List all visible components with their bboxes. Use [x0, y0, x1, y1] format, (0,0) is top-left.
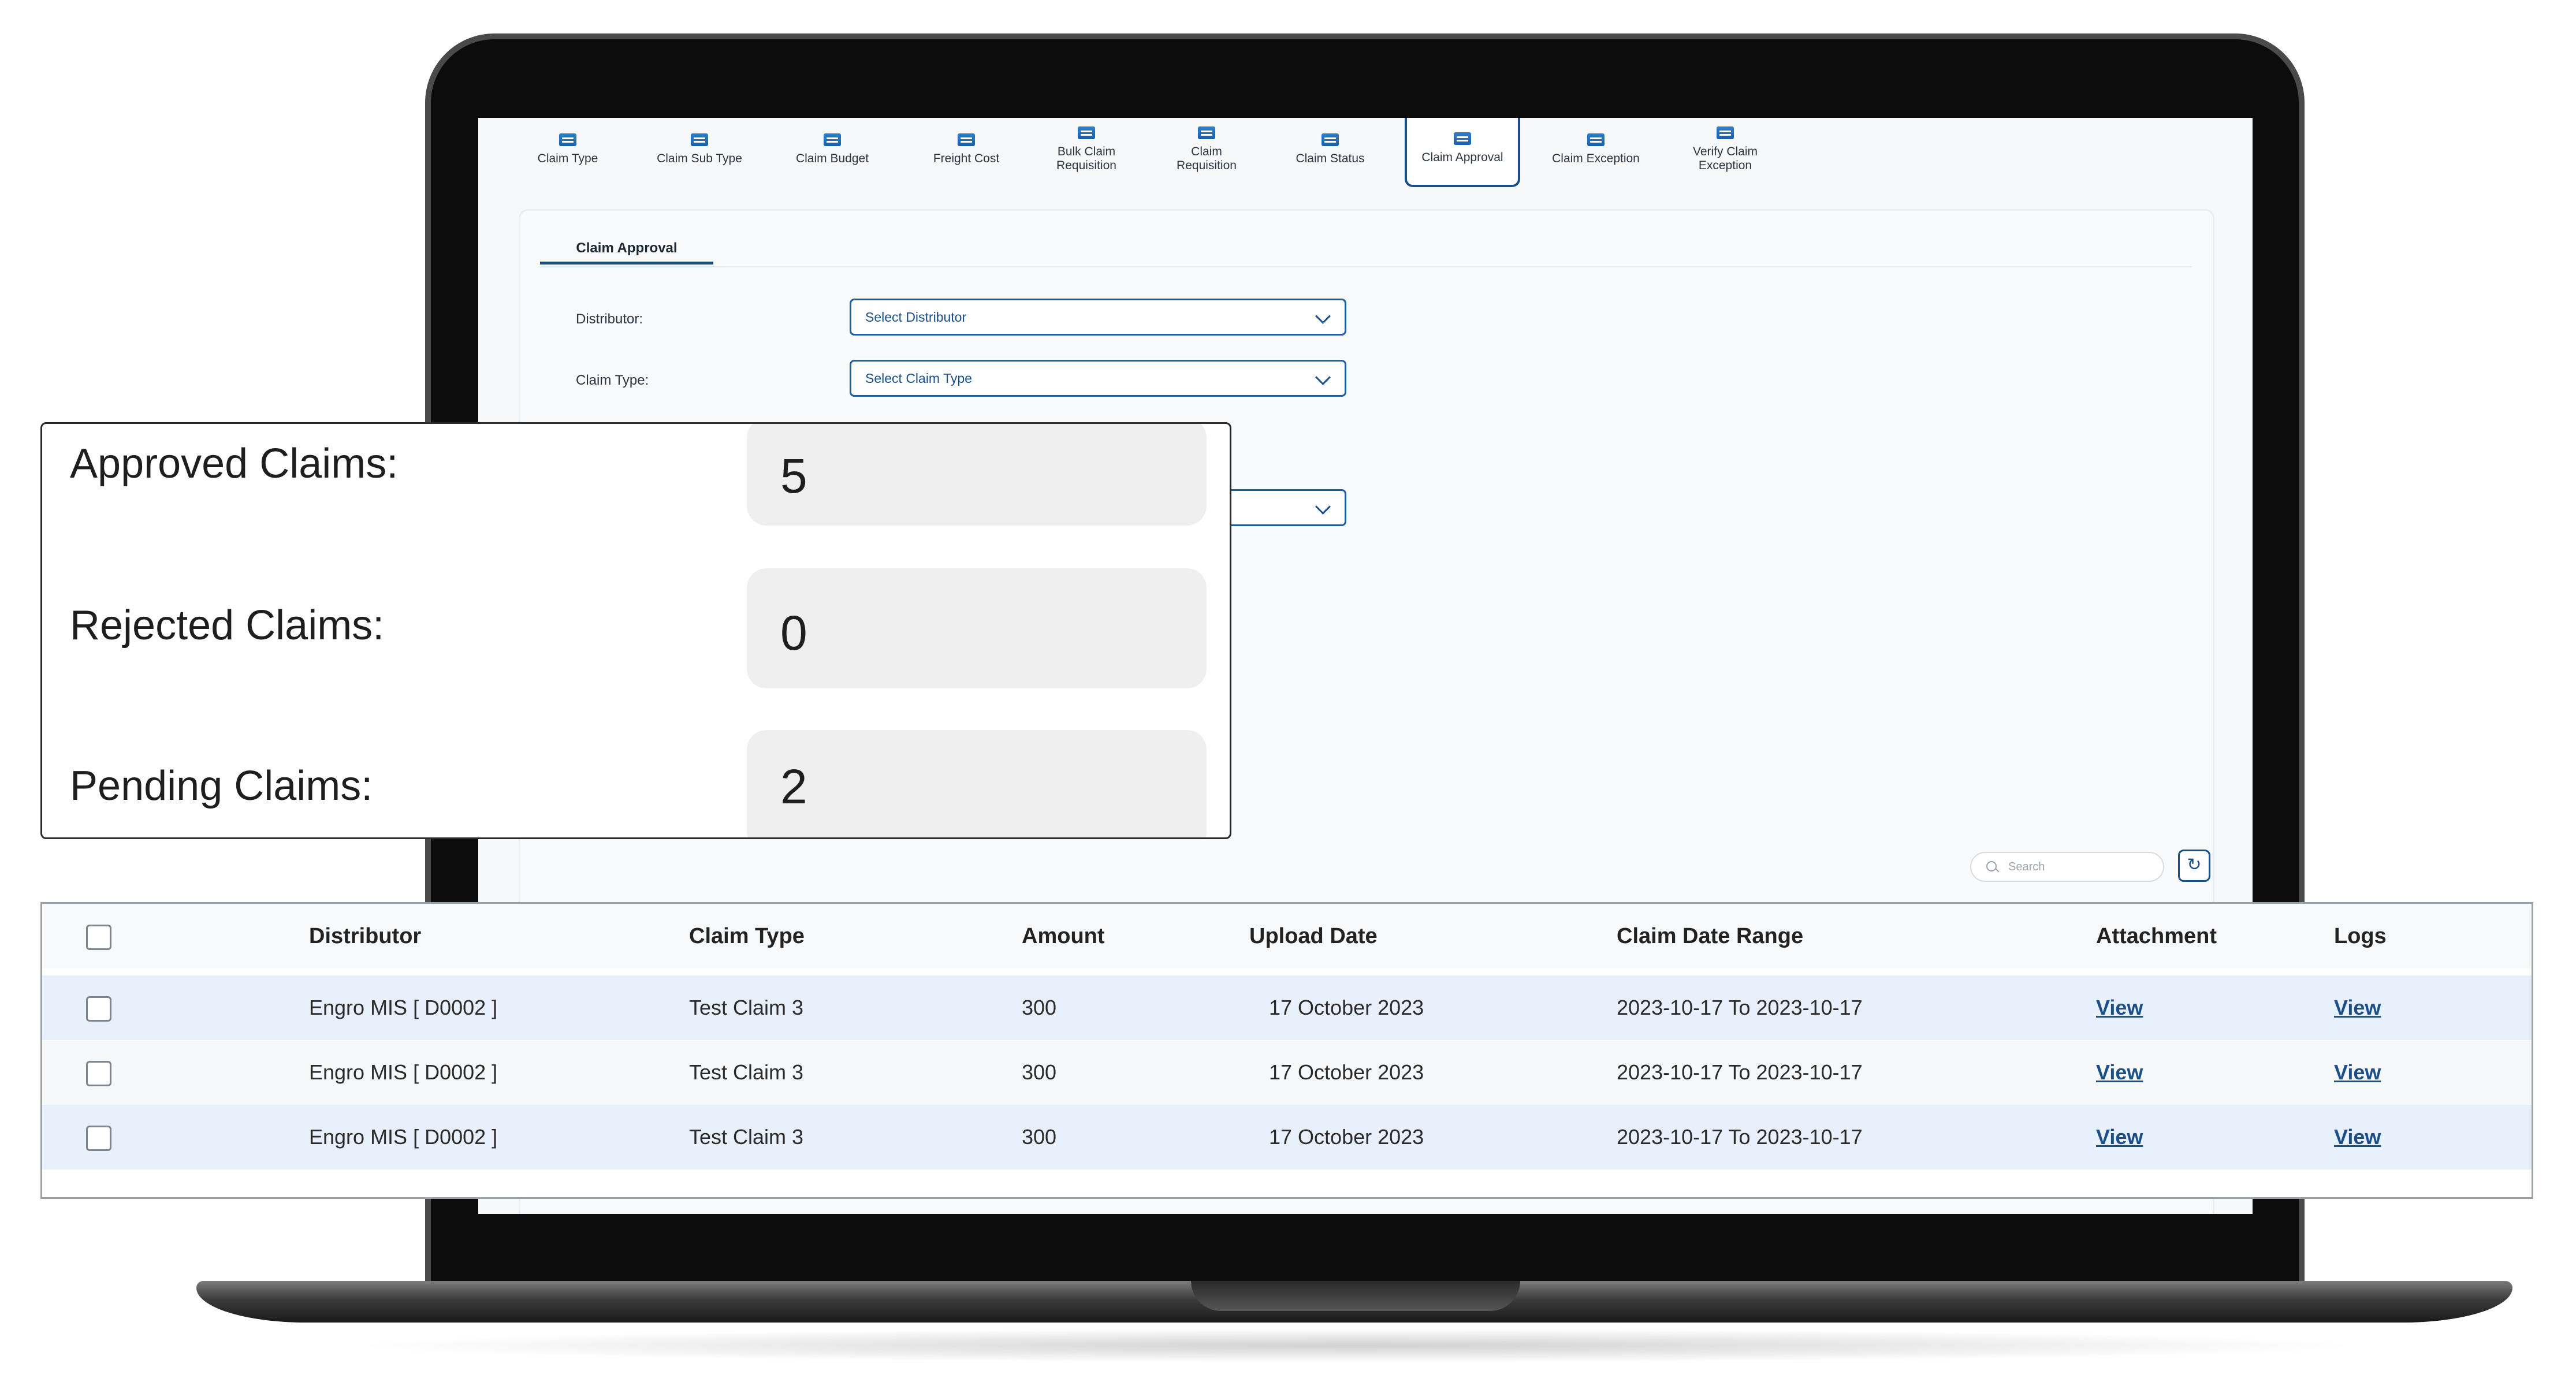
claims-summary-card: Approved Claims: 5 Rejected Claims: 0 Pe… — [40, 422, 1231, 839]
col-distributor[interactable]: Distributor — [309, 904, 421, 968]
laptop-shadow — [347, 1328, 2368, 1363]
claim-type-select-value: Select Claim Type — [865, 371, 972, 386]
claim-exception-icon — [1587, 133, 1605, 146]
cell-distributor: Engro MIS [ D0002 ] — [309, 1060, 498, 1084]
select-all-checkbox[interactable] — [86, 925, 111, 950]
divider — [540, 266, 2192, 267]
claim-sub-type-icon — [691, 133, 708, 146]
table-header-row: Distributor Claim Type Amount Upload Dat… — [42, 904, 2532, 968]
tool-freight-cost[interactable]: Freight Cost — [911, 118, 1021, 187]
col-claim-type[interactable]: Claim Type — [689, 904, 805, 968]
claim-type-label: Claim Type: — [576, 372, 649, 388]
logs-view-link[interactable]: View — [2334, 1105, 2381, 1169]
col-logs[interactable]: Logs — [2334, 904, 2387, 968]
claim-requisition-icon — [1198, 126, 1215, 139]
tool-claim-approval[interactable]: Claim Approval — [1405, 118, 1520, 187]
cell-upload-date: 17 October 2023 — [1269, 996, 1424, 1019]
approved-claims-label: Approved Claims: — [70, 441, 399, 487]
chevron-down-icon — [1315, 308, 1331, 324]
cell-distributor: Engro MIS [ D0002 ] — [309, 1125, 498, 1149]
tool-claim-type[interactable]: Claim Type — [513, 118, 623, 187]
cell-amount: 300 — [1022, 1060, 1057, 1084]
distributor-select-value: Select Distributor — [865, 310, 967, 325]
claims-table: Distributor Claim Type Amount Upload Dat… — [40, 902, 2533, 1199]
claim-status-icon — [1321, 133, 1339, 146]
table-row: Engro MIS [ D0002 ] Test Claim 3 300 17 … — [42, 975, 2532, 1040]
chevron-down-icon — [1315, 370, 1331, 385]
attachment-view-link[interactable]: View — [2096, 1105, 2143, 1169]
laptop-notch — [1191, 1281, 1520, 1311]
search-placeholder: Search — [2008, 861, 2045, 873]
cell-date-range: 2023-10-17 To 2023-10-17 — [1617, 996, 1863, 1019]
claim-approval-icon — [1454, 132, 1471, 145]
row-checkbox[interactable] — [86, 1061, 111, 1086]
attachment-view-link[interactable]: View — [2096, 1040, 2143, 1105]
cell-claim-type: Test Claim 3 — [689, 1125, 804, 1149]
col-upload-date[interactable]: Upload Date — [1249, 904, 1378, 968]
search-input[interactable]: Search — [1970, 852, 2164, 882]
row-checkbox[interactable] — [86, 1126, 111, 1151]
table-row: Engro MIS [ D0002 ] Test Claim 3 300 17 … — [42, 1040, 2532, 1105]
cell-distributor: Engro MIS [ D0002 ] — [309, 996, 498, 1019]
attachment-view-link[interactable]: View — [2096, 975, 2143, 1040]
tool-claim-sub-type[interactable]: Claim Sub Type — [645, 118, 754, 187]
verify-claim-icon — [1717, 126, 1734, 139]
logs-view-link[interactable]: View — [2334, 1040, 2381, 1105]
pending-claims-label: Pending Claims: — [70, 763, 373, 809]
cell-amount: 300 — [1022, 996, 1057, 1019]
distributor-select[interactable]: Select Distributor — [850, 299, 1346, 336]
refresh-icon: ↻ — [2187, 855, 2202, 874]
cell-upload-date: 17 October 2023 — [1269, 1125, 1424, 1149]
refresh-button[interactable]: ↻ — [2178, 850, 2210, 882]
tool-claim-requisition[interactable]: Claim Requisition — [1152, 118, 1261, 187]
logs-view-link[interactable]: View — [2334, 975, 2381, 1040]
cell-amount: 300 — [1022, 1125, 1057, 1149]
cell-claim-type: Test Claim 3 — [689, 996, 804, 1019]
col-amount[interactable]: Amount — [1022, 904, 1105, 968]
rejected-claims-value: 0 — [747, 568, 1207, 688]
rejected-claims-label: Rejected Claims: — [70, 602, 385, 649]
approved-claims-value: 5 — [747, 424, 1207, 526]
col-claim-date-range[interactable]: Claim Date Range — [1617, 904, 1803, 968]
table-row: Engro MIS [ D0002 ] Test Claim 3 300 17 … — [42, 1105, 2532, 1169]
claim-type-icon — [559, 133, 576, 146]
cell-upload-date: 17 October 2023 — [1269, 1060, 1424, 1084]
row-checkbox[interactable] — [86, 996, 111, 1022]
cell-claim-type: Test Claim 3 — [689, 1060, 804, 1084]
tool-claim-status[interactable]: Claim Status — [1275, 118, 1385, 187]
search-icon — [1986, 861, 1997, 871]
claim-type-select[interactable]: Select Claim Type — [850, 360, 1346, 397]
tab-claim-approval[interactable]: Claim Approval — [540, 235, 713, 265]
cell-date-range: 2023-10-17 To 2023-10-17 — [1617, 1125, 1863, 1149]
bulk-claim-icon — [1078, 126, 1095, 139]
distributor-label: Distributor: — [576, 311, 643, 327]
tool-claim-budget[interactable]: Claim Budget — [777, 118, 887, 187]
tool-bulk-claim-requisition[interactable]: Bulk Claim Requisition — [1032, 118, 1141, 187]
truck-icon — [958, 133, 975, 146]
pending-claims-value: 2 — [747, 730, 1207, 837]
col-attachment[interactable]: Attachment — [2096, 904, 2217, 968]
claim-budget-icon — [824, 133, 841, 146]
tool-claim-exception[interactable]: Claim Exception — [1535, 118, 1656, 187]
module-toolbar: Claim Type Claim Sub Type Claim Budget F… — [478, 118, 2253, 193]
cell-date-range: 2023-10-17 To 2023-10-17 — [1617, 1060, 1863, 1084]
tool-verify-claim-exception[interactable]: Verify Claim Exception — [1670, 118, 1780, 187]
chevron-down-icon — [1315, 499, 1331, 515]
